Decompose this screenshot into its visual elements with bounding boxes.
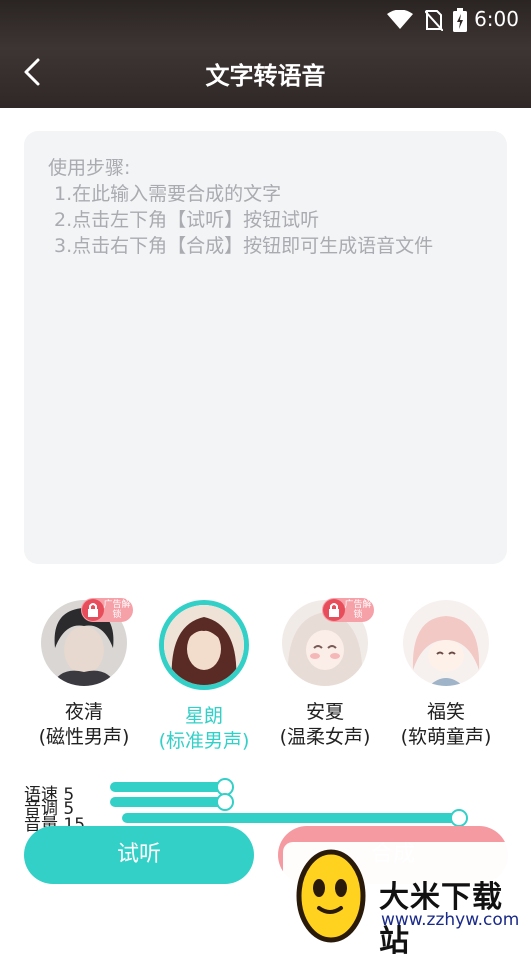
- slider-knob[interactable]: [216, 793, 234, 811]
- avatar: [403, 600, 489, 686]
- lock-icon: [323, 599, 345, 621]
- voice-option-xinglang[interactable]: 星朗 (标准男声): [144, 600, 264, 754]
- egg-logo-icon: [296, 849, 366, 943]
- battery-charging-icon: [453, 8, 467, 32]
- ad-unlock-badge: 广告解锁: [322, 598, 374, 622]
- voice-desc: (标准男声): [158, 730, 250, 752]
- placeholder-line: 2.点击左下角【试听】按钮试听: [48, 209, 320, 231]
- voice-option-yeqing[interactable]: 广告解锁 夜清 (磁性男声): [24, 598, 144, 750]
- voice-name: 安夏: [305, 701, 344, 723]
- slider-track: [122, 813, 460, 823]
- ad-unlock-badge: 广告解锁: [81, 598, 133, 622]
- status-time: 6:00: [474, 7, 519, 31]
- voice-desc: (温柔女声): [279, 726, 371, 748]
- voice-name: 星朗: [184, 705, 223, 727]
- slider-track: [110, 782, 226, 792]
- watermark-url: www.zzhyw.com: [381, 910, 520, 930]
- header-bar: 6:00 文字转语音: [0, 0, 531, 108]
- lock-icon: [82, 599, 104, 621]
- placeholder-line: 3.点击右下角【合成】按钮即可生成语音文件: [48, 235, 434, 257]
- slider-knob[interactable]: [450, 809, 468, 827]
- page-title: 文字转语音: [205, 62, 326, 90]
- placeholder-line: 1.在此输入需要合成的文字: [48, 183, 282, 205]
- placeholder-line: 使用步骤:: [48, 157, 131, 179]
- voice-name: 福笑: [426, 701, 465, 723]
- avatar: 广告解锁: [41, 598, 133, 686]
- voice-desc: (磁性男声): [38, 726, 130, 748]
- slider-track: [110, 797, 226, 807]
- watermark: 大米下载站 www.zzhyw.com: [283, 842, 531, 959]
- no-sim-icon: [425, 10, 443, 31]
- status-bar: 6:00: [0, 0, 531, 40]
- voice-option-anxia[interactable]: 广告解锁 安夏 (温柔女声): [265, 598, 385, 750]
- wifi-icon: [387, 10, 413, 29]
- voice-option-fuxiao[interactable]: 福笑 (软萌童声): [386, 600, 506, 750]
- listen-button[interactable]: 试听: [24, 826, 254, 884]
- avatar: [159, 600, 249, 690]
- text-input-area[interactable]: 使用步骤: 1.在此输入需要合成的文字 2.点击左下角【试听】按钮试听 3.点击…: [24, 131, 507, 564]
- avatar: 广告解锁: [282, 598, 374, 686]
- voice-name: 夜清: [64, 701, 103, 723]
- voice-desc: (软萌童声): [400, 726, 492, 748]
